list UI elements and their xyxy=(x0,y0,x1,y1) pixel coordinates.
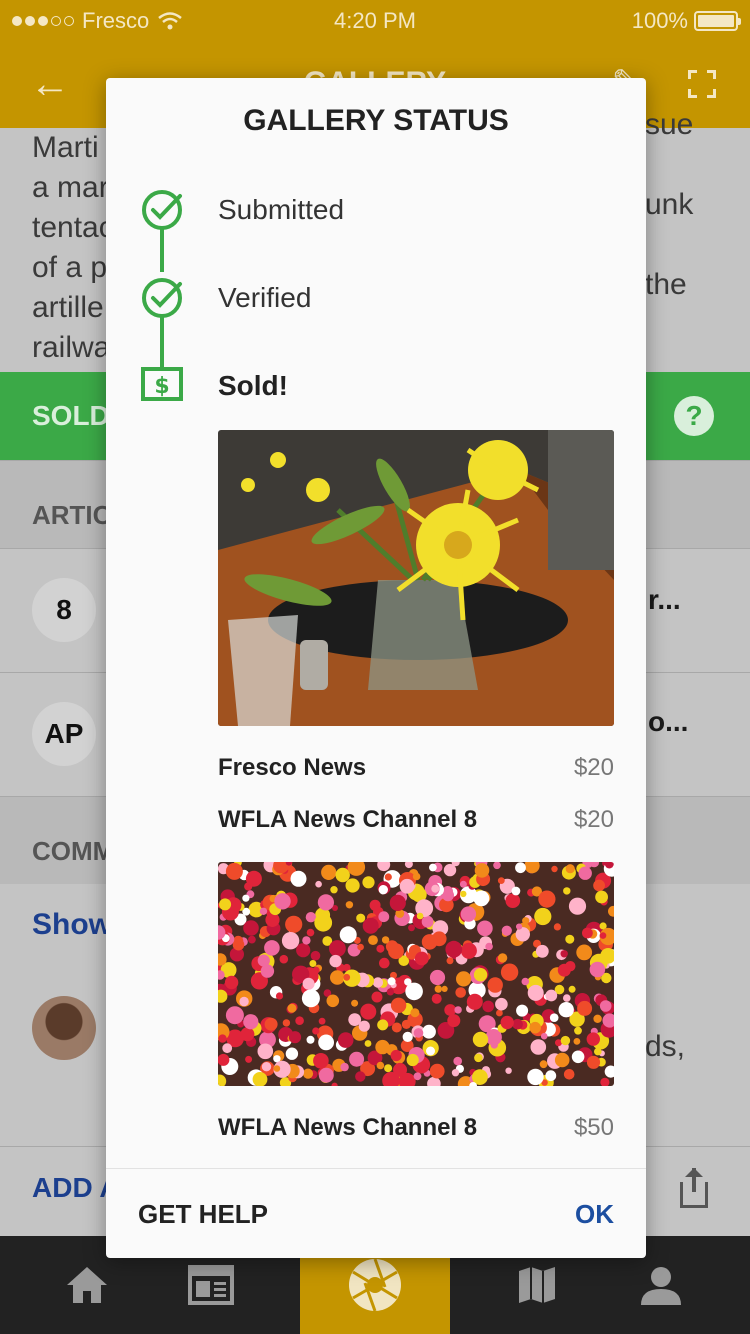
article-snippet: r... xyxy=(648,584,681,615)
step-submitted-label: Submitted xyxy=(218,194,345,225)
camera-shutter-icon xyxy=(349,1258,401,1312)
purchase-row: Fresco News $20 xyxy=(218,754,614,782)
svg-text:$: $ xyxy=(154,374,169,399)
gallery-photo[interactable] xyxy=(218,430,614,726)
ok-button[interactable]: OK xyxy=(575,1199,614,1230)
step-sold-label: Sold! xyxy=(218,370,288,401)
comments-section-label: COMM xyxy=(32,836,115,866)
dollar-bill-icon: $ xyxy=(141,367,183,401)
check-circle-icon xyxy=(142,278,182,318)
wfla-logo: 8 xyxy=(32,578,96,642)
dialog-footer: GET HELP OK xyxy=(106,1168,646,1258)
avatar xyxy=(32,996,96,1060)
battery-status: 100% xyxy=(631,8,741,34)
flower-field-photo xyxy=(218,862,614,1086)
battery-icon xyxy=(694,11,741,31)
article-snippet: o... xyxy=(648,706,689,737)
purchase-price: $50 xyxy=(573,1114,614,1141)
story-line-end: the xyxy=(645,268,687,301)
show-comments-link[interactable]: Show xyxy=(32,908,112,942)
story-line-end: unk xyxy=(645,188,694,221)
help-icon[interactable]: ? xyxy=(674,396,714,436)
fullscreen-icon[interactable] xyxy=(688,70,716,98)
get-help-button[interactable]: GET HELP xyxy=(138,1199,268,1230)
share-icon[interactable] xyxy=(680,1168,708,1208)
purchase-row: WFLA News Channel 8 $20 xyxy=(218,806,614,834)
purchase-price: $20 xyxy=(573,754,614,781)
articles-section-label: ARTIC xyxy=(32,500,112,530)
home-icon xyxy=(67,1267,107,1303)
dialog-title: GALLERY STATUS xyxy=(243,104,509,137)
story-line-end: sue xyxy=(645,108,694,141)
outlet-name: WFLA News Channel 8 xyxy=(218,1114,478,1141)
timeline-connector xyxy=(160,316,164,372)
purchase-row: WFLA News Channel 8 $50 xyxy=(218,1114,614,1142)
profile-icon xyxy=(641,1267,681,1305)
timeline-connector xyxy=(160,228,164,272)
battery-percent: 100% xyxy=(631,8,688,33)
step-verified-label: Verified xyxy=(218,282,312,313)
outlet-name: WFLA News Channel 8 xyxy=(218,806,478,833)
check-circle-icon xyxy=(142,190,182,230)
ap-logo: AP xyxy=(32,702,96,766)
comment-snippet: ds, xyxy=(645,1030,686,1063)
gallery-photo[interactable] xyxy=(218,862,614,1086)
gallery-status-dialog: GALLERY STATUS Submitted Verified $ Sold… xyxy=(106,78,646,1258)
sold-banner-label: SOLD xyxy=(32,400,110,431)
flower-vase-photo xyxy=(218,430,614,726)
news-icon xyxy=(188,1265,234,1305)
outlet-name: Fresco News xyxy=(218,754,367,781)
purchase-price: $20 xyxy=(573,806,614,833)
status-bar: Fresco 4:20 PM 100% xyxy=(0,0,750,40)
map-icon xyxy=(519,1267,555,1303)
